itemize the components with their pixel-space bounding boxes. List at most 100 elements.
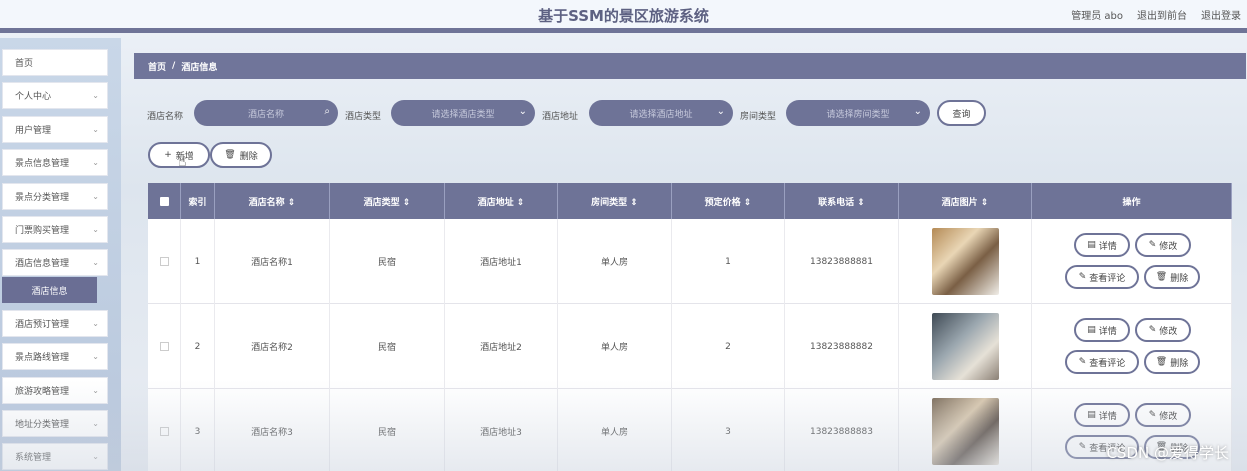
search-icon: ⌕ (324, 106, 330, 117)
sidebar-item[interactable]: 酒店预订管理 ⌄ (2, 310, 108, 337)
hotel-name-placeholder: 酒店名称 (247, 109, 284, 120)
hotel-name-label: 酒店名称 (147, 112, 184, 122)
logout-link[interactable]: 退出登录 (1201, 7, 1241, 22)
trash-icon: 🗑 (1155, 357, 1168, 367)
table-row: 2 酒店名称2 民宿 酒店地址2 单人房 2 13823888882 ▤ 详情 ✎ 修改 ✎ 查看评论 🗑… (148, 304, 1232, 389)
chevron-down-icon: ⌄ (92, 352, 99, 361)
delete-button[interactable]: 🗑 删除 (1144, 265, 1200, 289)
sidebar-item[interactable]: 用户管理 ⌄ (2, 116, 108, 143)
batch-delete-button[interactable]: 🗑 删除 (210, 142, 272, 168)
row-select-cell (148, 304, 181, 389)
sidebar-item[interactable]: 酒店信息管理 ⌄ (2, 249, 108, 276)
cell-type: 民宿 (330, 304, 445, 389)
main-content: 首页 / 酒店信息 酒店名称 酒店名称 ⌕ 酒店类型 请选择酒店类型 ⌄ 酒店地… (134, 53, 1246, 471)
delete-button-label: 删除 (1170, 358, 1189, 369)
chevron-down-icon: ⌄ (518, 106, 527, 117)
system-title: 基于SSM的景区旅游系统 (538, 7, 709, 25)
trash-icon: 🗑 (1155, 272, 1168, 282)
view-comments-button[interactable]: ✎ 查看评论 (1065, 265, 1139, 289)
column-header[interactable]: 酒店名称 ⇕ (215, 183, 330, 219)
edit-button[interactable]: ✎ 修改 (1135, 318, 1191, 342)
table-header: 索引 酒店名称 ⇕ 酒店类型 ⇕ 酒店地址 ⇕ 房间类型 ⇕ 预定价格 ⇕ 联系电话 ⇕ 酒店… (148, 183, 1232, 219)
cell-actions (1032, 219, 1232, 304)
cell-price: 1 (672, 219, 785, 304)
detail-button-label: 详情 (1098, 241, 1117, 252)
pencil-icon: ✎ (1148, 410, 1157, 420)
column-header[interactable]: 酒店地址 ⇕ (445, 183, 558, 219)
row-checkbox[interactable] (159, 342, 169, 351)
sidebar-item-label: 景点信息管理 (15, 159, 70, 169)
header-links: 管理员 abo 退出到前台 退出登录 (1071, 7, 1241, 22)
delete-button-label: 删除 (1170, 273, 1189, 284)
hotel-photo (932, 313, 999, 380)
edit-button[interactable]: ✎ 修改 (1135, 233, 1191, 257)
sidebar-item[interactable]: 旅游攻略管理 ⌄ (2, 377, 108, 404)
column-header[interactable]: 房间类型 ⇕ (558, 183, 672, 219)
cell-actions (1032, 304, 1232, 389)
edit-button[interactable]: ✎ 修改 (1135, 403, 1191, 427)
sidebar-item[interactable]: 首页 (2, 49, 108, 76)
hotel-type-select[interactable]: 请选择酒店类型 ⌄ (391, 100, 535, 126)
breadcrumb-home[interactable]: 首页 (148, 60, 166, 73)
sidebar-item[interactable]: 景点信息管理 ⌄ (2, 149, 108, 176)
view-comments-button[interactable]: ✎ 查看评论 (1065, 350, 1139, 374)
column-header[interactable]: 预定价格 ⇕ (672, 183, 785, 219)
pencil-icon: ✎ (1148, 325, 1157, 335)
detail-button-label: 详情 (1098, 411, 1117, 422)
sidebar-item[interactable]: 地址分类管理 ⌄ (2, 410, 108, 437)
table-row: 3 酒店名称3 民宿 酒店地址3 单人房 3 13823888883 ▤ 详情 ✎ 修改 ✎ 查看评论 🗑… (148, 389, 1232, 471)
column-header[interactable]: 联系电话 ⇕ (785, 183, 899, 219)
cell-room: 单人房 (558, 389, 672, 471)
cell-name: 酒店名称1 (215, 219, 330, 304)
watermark: CSDN @爱得学长 (1106, 444, 1229, 462)
search-button[interactable]: 查询 (937, 100, 986, 126)
detail-button[interactable]: ▤ 详情 (1074, 233, 1130, 257)
sidebar-item-label: 首页 (15, 59, 34, 69)
cell-index: 3 (181, 389, 215, 471)
top-header: 基于SSM的景区旅游系统 管理员 abo 退出到前台 退出登录 (0, 0, 1247, 33)
chevron-down-icon: ⌄ (92, 158, 99, 167)
sidebar-item[interactable]: 系统管理 ⌄ (2, 443, 108, 470)
edit-button-label: 修改 (1159, 241, 1178, 252)
row-checkbox[interactable] (159, 427, 169, 436)
cell-addr: 酒店地址1 (445, 219, 558, 304)
front-link[interactable]: 退出到前台 (1137, 7, 1187, 22)
hotel-address-select[interactable]: 请选择酒店地址 ⌄ (589, 100, 733, 126)
sidebar-item[interactable]: 个人中心 ⌄ (2, 82, 108, 109)
hotel-photo (932, 398, 999, 465)
sidebar-item-label: 酒店预订管理 (15, 320, 70, 330)
sidebar-item[interactable]: 景点分类管理 ⌄ (2, 183, 108, 210)
row-checkbox[interactable] (159, 257, 169, 266)
room-type-select[interactable]: 请选择房间类型 ⌄ (786, 100, 930, 126)
cell-phone: 13823888882 (785, 304, 899, 389)
cell-phone: 13823888881 (785, 219, 899, 304)
sidebar-subitem-hotel-info[interactable]: 酒店信息 (2, 277, 97, 303)
pencil-icon: ✎ (1078, 357, 1087, 367)
detail-button[interactable]: ▤ 详情 (1074, 318, 1130, 342)
select-all-cell (148, 183, 181, 219)
chevron-down-icon: ⌄ (92, 452, 99, 461)
select-all-checkbox[interactable] (159, 196, 169, 206)
hotel-name-input[interactable]: 酒店名称 ⌕ (194, 100, 338, 126)
cell-name: 酒店名称2 (215, 304, 330, 389)
column-header[interactable]: 酒店类型 ⇕ (330, 183, 445, 219)
column-header: 操作 (1032, 183, 1232, 219)
delete-button[interactable]: 🗑 删除 (1144, 350, 1200, 374)
detail-button[interactable]: ▤ 详情 (1074, 403, 1130, 427)
hotel-table: 索引 酒店名称 ⇕ 酒店类型 ⇕ 酒店地址 ⇕ 房间类型 ⇕ 预定价格 ⇕ 联系电话 ⇕ 酒店… (148, 183, 1232, 471)
chevron-down-icon: ⌄ (913, 106, 922, 117)
column-header[interactable]: 酒店图片 ⇕ (899, 183, 1032, 219)
hotel-photo (932, 228, 999, 295)
sidebar-item-label: 门票购买管理 (15, 226, 70, 236)
sidebar-item[interactable]: 景点路线管理 ⌄ (2, 343, 108, 370)
cell-index: 2 (181, 304, 215, 389)
trash-icon: 🗑 (224, 150, 236, 160)
sidebar-item-label: 用户管理 (15, 126, 52, 136)
sidebar-item[interactable]: 门票购买管理 ⌄ (2, 216, 108, 243)
room-type-label: 房间类型 (740, 112, 777, 122)
hotel-address-label: 酒店地址 (542, 112, 579, 122)
cell-room: 单人房 (558, 219, 672, 304)
sidebar-item-label: 个人中心 (15, 92, 52, 102)
chevron-down-icon: ⌄ (92, 319, 99, 328)
hotel-address-placeholder: 请选择酒店地址 (629, 109, 693, 120)
